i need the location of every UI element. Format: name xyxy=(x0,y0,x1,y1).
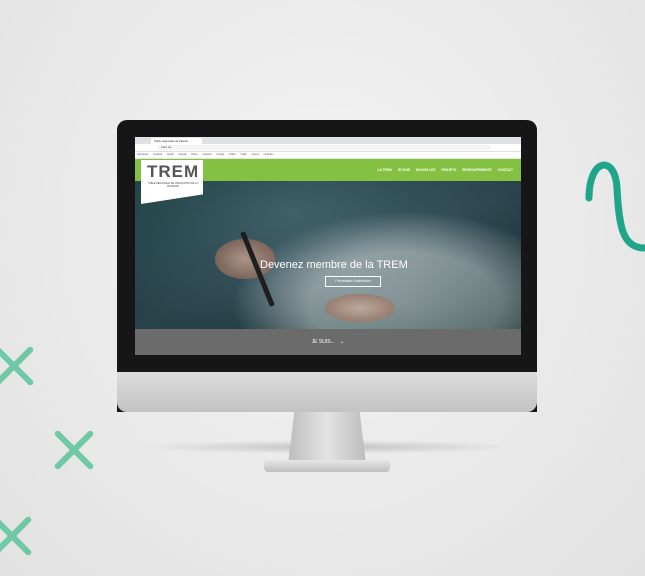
monitor-stand xyxy=(288,412,366,464)
monitor-base xyxy=(264,460,390,472)
website: La TREM Je suis Nouvelles Projets Regrou… xyxy=(135,159,521,355)
logo-subtitle: Table régionale de l'éducation de la Mau… xyxy=(148,182,198,188)
decorative-cross-icon xyxy=(0,514,34,558)
url-input[interactable]: trem.ca xyxy=(157,145,491,150)
monitor-screen: Table régionale de l'Estrie trem.ca Face… xyxy=(135,137,521,355)
decorative-cross-icon xyxy=(52,428,96,472)
je-suis-strip[interactable]: JE SUIS... ⌄ xyxy=(135,329,521,355)
bookmark-item[interactable]: Drive xyxy=(191,153,197,156)
menu-item-contact[interactable]: Contact xyxy=(498,168,513,172)
bookmark-item[interactable]: Outils xyxy=(229,153,236,156)
bookmark-item[interactable]: Feedly xyxy=(216,153,224,156)
decorative-squiggle-icon xyxy=(585,161,645,252)
main-menu: La TREM Je suis Nouvelles Projets Regrou… xyxy=(378,159,513,181)
menu-item-je-suis[interactable]: Je suis xyxy=(398,168,410,172)
hero-headline: Devenez membre de la TREM xyxy=(260,259,408,271)
menu-item-regroupements[interactable]: Regroupements xyxy=(462,168,491,172)
hand-resting-image xyxy=(325,294,395,322)
menu-item-nouvelles[interactable]: Nouvelles xyxy=(416,168,435,172)
bookmarks-bar: Facebook Outlook Gmail Google Drive Yout… xyxy=(135,152,521,159)
decorative-cross-icon xyxy=(0,344,36,388)
strip-label: JE SUIS... xyxy=(311,339,335,345)
browser-address-bar: trem.ca xyxy=(135,144,521,152)
bookmark-item[interactable]: Google xyxy=(178,153,186,156)
bookmark-item[interactable]: LinkedIn xyxy=(264,153,274,156)
membership-form-button[interactable]: Formulaire d'adhésion xyxy=(325,276,381,287)
bookmark-item[interactable]: Outlook xyxy=(153,153,162,156)
browser-tab-bar: Table régionale de l'Estrie xyxy=(135,137,521,152)
logo-text: TREM xyxy=(147,162,200,181)
bookmark-item[interactable]: Trello xyxy=(240,153,246,156)
bookmark-item[interactable]: Canva xyxy=(251,153,259,156)
menu-item-la-trem[interactable]: La TREM xyxy=(378,168,392,172)
monitor-chin xyxy=(117,372,537,412)
chevron-down-circle-icon: ⌄ xyxy=(340,339,345,345)
menu-item-projets[interactable]: Projets xyxy=(441,168,456,172)
bookmark-item[interactable]: Youtube xyxy=(202,153,211,156)
bookmark-item[interactable]: Gmail xyxy=(167,153,174,156)
